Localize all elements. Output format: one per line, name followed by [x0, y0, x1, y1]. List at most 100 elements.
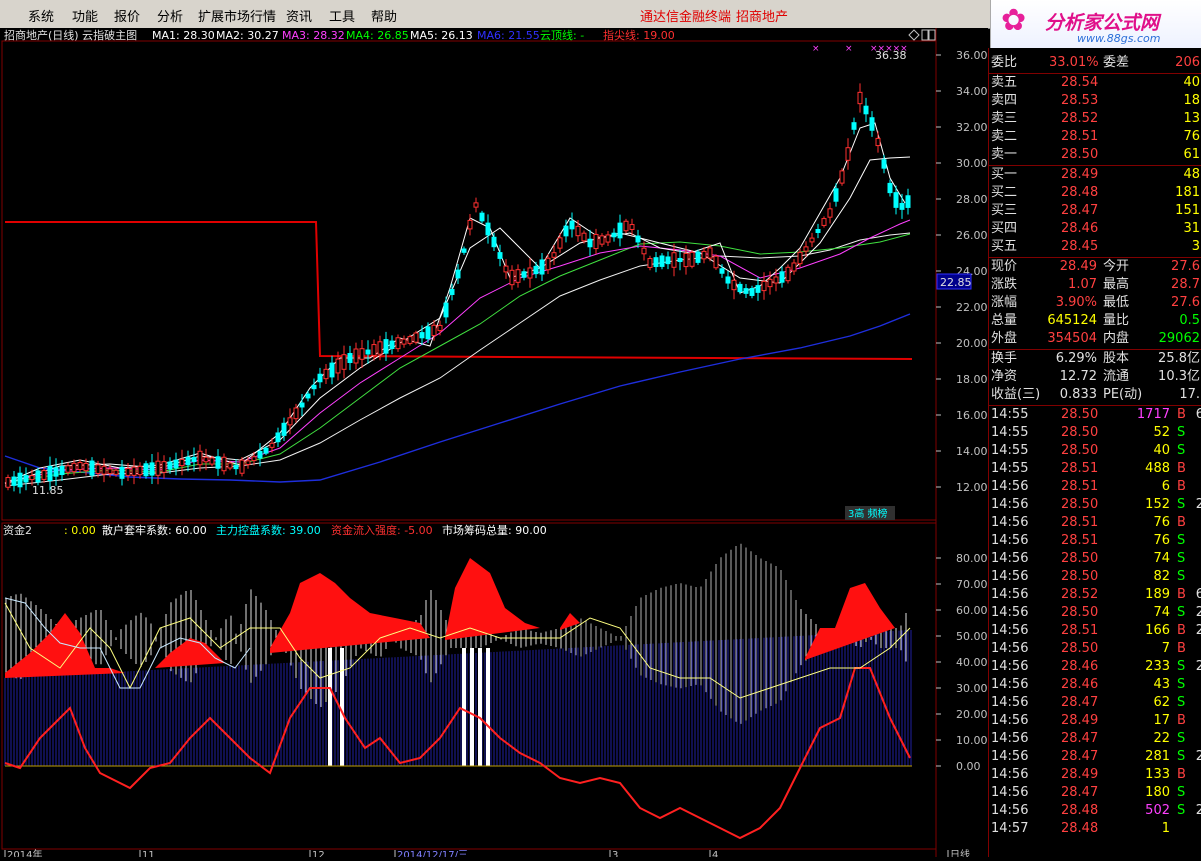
- candle-body: [461, 248, 467, 253]
- candle-body: [281, 422, 287, 436]
- candle-body: [779, 271, 785, 283]
- tick-row[interactable]: 14:56 28.49 133 B: [989, 766, 1201, 784]
- stats-row[interactable]: 涨幅 3.90% 最低 27.6: [989, 294, 1201, 312]
- stats-row[interactable]: 换手 6.29% 股本 25.8亿: [989, 350, 1201, 368]
- tick-row[interactable]: 14:56 28.46 43 S: [989, 676, 1201, 694]
- stats-row[interactable]: 现价 28.49 今开 27.6: [989, 258, 1201, 276]
- stats-row[interactable]: 收益(三) 0.833 PE(动) 17.: [989, 386, 1201, 404]
- tick-row[interactable]: 14:56 28.47 22 S: [989, 730, 1201, 748]
- tick-side: S: [1177, 785, 1186, 800]
- ask-row[interactable]: 卖四 28.53 18: [989, 92, 1201, 110]
- tick-row[interactable]: 14:56 28.48 502 S 2: [989, 802, 1201, 820]
- tick-row[interactable]: 14:56 28.51 76 B: [989, 514, 1201, 532]
- bid-price: 28.48: [1061, 185, 1099, 200]
- stat-label: 量比: [1103, 313, 1130, 328]
- quote-panel: 委比 33.01% 委差 206 卖五 28.54 40 卖四 28.53 18 卖三 28.52 13…: [988, 48, 1201, 857]
- price-tick-label: 12.00: [956, 481, 988, 494]
- ask-volume: 40: [1183, 75, 1200, 90]
- tick-volume: 180: [1145, 785, 1170, 800]
- stat-label: 最高: [1103, 277, 1130, 292]
- candle-body: [407, 336, 413, 344]
- stat-label: 总量: [991, 313, 1018, 328]
- menu-extended-market[interactable]: 扩展市场行情: [198, 6, 276, 25]
- tick-row[interactable]: 14:56 28.50 152 S 2: [989, 496, 1201, 514]
- order-ratio-row[interactable]: 委比 33.01% 委差 206: [989, 54, 1201, 72]
- tick-row[interactable]: 14:55 28.50 52 S: [989, 424, 1201, 442]
- candle-body: [89, 460, 95, 476]
- stats-row[interactable]: 总量 645124 量比 0.5: [989, 312, 1201, 330]
- stats-row[interactable]: 涨跌 1.07 最高 28.7: [989, 276, 1201, 294]
- bid-row[interactable]: 买二 28.48 181: [989, 184, 1201, 202]
- tick-row[interactable]: 14:56 28.51 6 B: [989, 478, 1201, 496]
- candle-body: [389, 340, 395, 350]
- tick-row[interactable]: 14:55 28.50 40 S: [989, 442, 1201, 460]
- candle-body: [329, 362, 335, 378]
- tick-row[interactable]: 14:55 28.50 1717 B 6: [989, 406, 1201, 424]
- candle-body: [455, 269, 461, 279]
- bid-row[interactable]: 买一 28.49 48: [989, 166, 1201, 184]
- tick-row[interactable]: 14:57 28.48 1: [989, 820, 1201, 838]
- tick-row[interactable]: 14:56 28.47 62 S: [989, 694, 1201, 712]
- ask-level-label: 卖一: [991, 147, 1018, 162]
- price-tick-label: 22.00: [956, 301, 988, 314]
- price-tick-label: 28.00: [956, 193, 988, 206]
- candle-body: [647, 258, 653, 268]
- tick-price: 28.51: [1061, 479, 1099, 494]
- tick-row[interactable]: 14:56 28.52 189 B 6: [989, 586, 1201, 604]
- menu-quote[interactable]: 报价: [114, 6, 140, 25]
- candle-body: [815, 228, 821, 234]
- bid-row[interactable]: 买五 28.45 3: [989, 238, 1201, 256]
- tick-volume: 152: [1145, 497, 1170, 512]
- menu-analysis[interactable]: 分析: [157, 6, 183, 25]
- candle-body: [851, 122, 857, 130]
- tick-row[interactable]: 14:56 28.50 82 S: [989, 568, 1201, 586]
- tick-volume: 488: [1145, 461, 1170, 476]
- candle-body: [413, 332, 419, 343]
- candle-body: [833, 188, 839, 202]
- menu-info[interactable]: 资讯: [286, 6, 312, 25]
- tick-time: 14:55: [991, 407, 1029, 422]
- candle-body: [449, 289, 455, 295]
- ask-row[interactable]: 卖五 28.54 40: [989, 74, 1201, 92]
- bid-row[interactable]: 买四 28.46 31: [989, 220, 1201, 238]
- menu-function[interactable]: 功能: [72, 6, 98, 25]
- tick-row[interactable]: 14:56 28.47 180 S: [989, 784, 1201, 802]
- tick-row[interactable]: 14:56 28.47 281 S 2: [989, 748, 1201, 766]
- tick-row[interactable]: 14:56 28.49 17 B: [989, 712, 1201, 730]
- tick-row[interactable]: 14:56 28.50 74 S 2: [989, 604, 1201, 622]
- candle-body: [479, 212, 485, 222]
- stat-value: 17.: [1179, 387, 1200, 402]
- menu-tools[interactable]: 工具: [329, 6, 355, 25]
- tick-row[interactable]: 14:55 28.51 488 B: [989, 460, 1201, 478]
- tick-row[interactable]: 14:56 28.46 233 S 2: [989, 658, 1201, 676]
- menu-system[interactable]: 系统: [28, 6, 54, 25]
- chart-area[interactable]: 招商地产(日线) 云指破主图 MA1: 28.30 MA2: 30.27 MA3: …: [0, 28, 988, 861]
- tick-row[interactable]: 14:56 28.50 7 B: [989, 640, 1201, 658]
- date-tick-label: 2014年: [7, 848, 42, 857]
- site-logo: ✿ 分析家公式网 www.88gs.com: [990, 0, 1201, 48]
- tick-row[interactable]: 14:56 28.51 76 S: [989, 532, 1201, 550]
- menu-help[interactable]: 帮助: [371, 6, 397, 25]
- tick-row[interactable]: 14:56 28.51 166 B 2: [989, 622, 1201, 640]
- candle-body: [317, 373, 323, 383]
- tick-volume: 281: [1145, 749, 1170, 764]
- ask-row[interactable]: 卖三 28.52 13: [989, 110, 1201, 128]
- tick-side: S: [1177, 497, 1186, 512]
- stats-row[interactable]: 净资 12.72 流通 10.3亿: [989, 368, 1201, 386]
- stat-value: 1.07: [1068, 277, 1097, 292]
- ma-label: 指尖线: 19.00: [603, 28, 675, 42]
- promo-terminal[interactable]: 通达信金融终端: [640, 6, 731, 25]
- ask-row[interactable]: 卖一 28.50 61: [989, 146, 1201, 164]
- bid-row[interactable]: 买三 28.47 151: [989, 202, 1201, 220]
- candle-body: [77, 462, 83, 470]
- promo-stock[interactable]: 招商地产: [736, 6, 788, 25]
- tick-row[interactable]: 14:56 28.50 74 S: [989, 550, 1201, 568]
- ask-row[interactable]: 卖二 28.51 76: [989, 128, 1201, 146]
- date-tick-label: 11: [142, 850, 155, 857]
- tick-side: B: [1177, 623, 1186, 638]
- stats-row[interactable]: 外盘 354504 内盘 29062: [989, 330, 1201, 348]
- candle-body: [803, 246, 809, 252]
- stat-label: 现价: [991, 259, 1018, 274]
- candle-body: [425, 326, 431, 340]
- date-tick-label: 2014/12/17/三: [397, 850, 468, 857]
